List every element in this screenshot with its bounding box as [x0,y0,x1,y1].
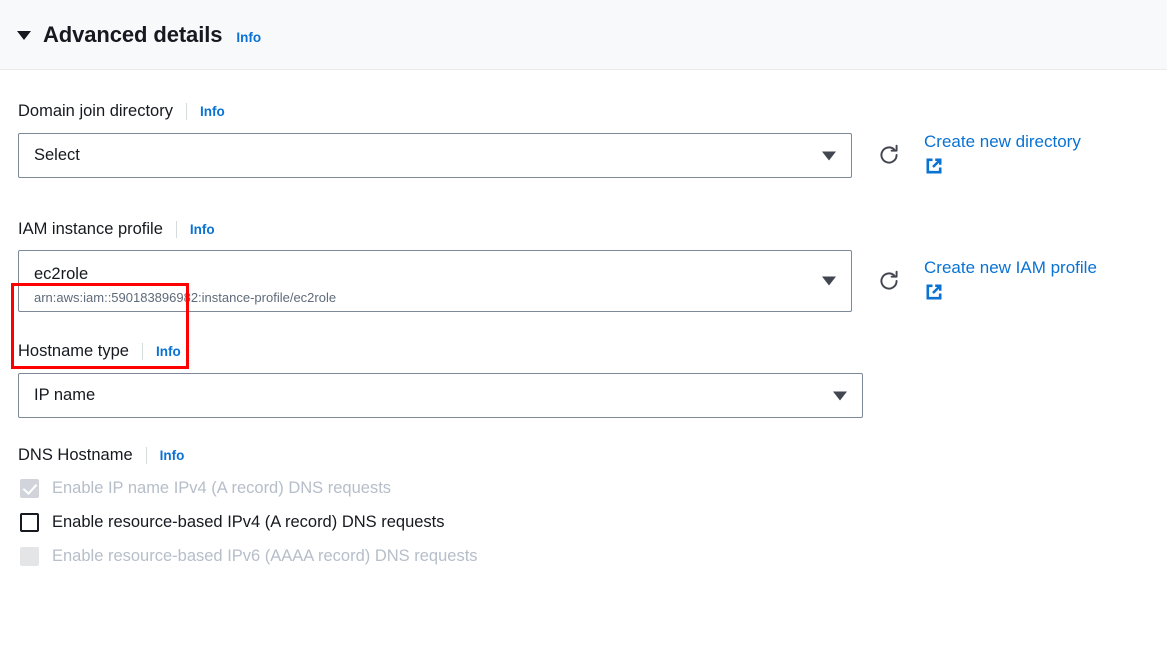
create-new-directory-wrap: Create new directory [924,131,1081,176]
advanced-details-header[interactable]: Advanced details Info [0,0,1167,70]
field-dns-hostname: DNS Hostname Info Enable IP name IPv4 (A… [0,418,1167,566]
hostname-type-control-row: IP name [0,373,1167,418]
external-link-icon[interactable] [924,156,944,176]
iam-instance-profile-label: IAM instance profile [18,220,163,238]
iam-instance-profile-select[interactable]: ec2role arn:aws:iam::590183896982:instan… [18,250,852,312]
advanced-details-form: Domain join directory Info Select Create… [0,70,1167,566]
external-link-icon[interactable] [924,282,944,302]
iam-instance-profile-control-row: ec2role arn:aws:iam::590183896982:instan… [0,250,1167,312]
dns-hostname-info-link[interactable]: Info [160,448,185,463]
dns-hostname-option-resource-based-ipv4[interactable]: Enable resource-based IPv4 (A record) DN… [0,513,1167,532]
label-divider [185,103,187,120]
dns-hostname-label: DNS Hostname [18,446,133,464]
hostname-type-select[interactable]: IP name [18,373,863,418]
domain-join-directory-control-row: Select Create new directory [0,131,1167,178]
checkbox-resource-based-ipv6 [20,547,39,566]
domain-join-directory-label-row: Domain join directory Info [0,102,1167,121]
iam-instance-profile-actions: Create new IAM profile [876,257,1097,302]
create-new-directory-link[interactable]: Create new directory [924,131,1081,152]
refresh-icon[interactable] [876,268,902,294]
label-divider [141,343,143,360]
label-divider [175,221,177,238]
field-hostname-type: Hostname type Info IP name [0,312,1167,418]
label-divider [145,447,147,464]
hostname-type-label: Hostname type [18,342,129,360]
iam-instance-profile-select-arn: arn:aws:iam::590183896982:instance-profi… [34,289,337,305]
chevron-down-icon [822,276,836,286]
create-new-iam-profile-link[interactable]: Create new IAM profile [924,257,1097,278]
hostname-type-select-value: IP name [34,385,96,404]
iam-instance-profile-label-row: IAM instance profile Info [0,220,1167,239]
iam-instance-profile-select-value: ec2role [34,264,89,283]
checkbox-resource-based-ipv4[interactable] [20,513,39,532]
checkbox-ip-name-ipv4 [20,479,39,498]
dns-hostname-option-ip-name-ipv4: Enable IP name IPv4 (A record) DNS reque… [0,479,1167,498]
checkbox-label-resource-based-ipv4: Enable resource-based IPv4 (A record) DN… [52,513,445,531]
refresh-icon[interactable] [876,142,902,168]
checkbox-label-resource-based-ipv6: Enable resource-based IPv6 (AAAA record)… [52,547,478,565]
dns-hostname-label-row: DNS Hostname Info [0,446,1167,465]
domain-join-directory-actions: Create new directory [876,131,1081,176]
caret-down-icon[interactable] [17,31,31,40]
create-new-iam-profile-wrap: Create new IAM profile [924,257,1097,302]
page-title: Advanced details [43,21,223,47]
advanced-details-info-link[interactable]: Info [236,30,261,45]
field-iam-instance-profile: IAM instance profile Info ec2role arn:aw… [0,178,1167,312]
domain-join-directory-info-link[interactable]: Info [200,104,225,119]
checkbox-label-ip-name-ipv4: Enable IP name IPv4 (A record) DNS reque… [52,479,392,497]
domain-join-directory-select-value: Select [34,145,80,164]
domain-join-directory-select[interactable]: Select [18,133,852,178]
dns-hostname-option-resource-based-ipv6: Enable resource-based IPv6 (AAAA record)… [0,547,1167,566]
iam-instance-profile-info-link[interactable]: Info [190,222,215,237]
hostname-type-label-row: Hostname type Info [0,342,1167,361]
domain-join-directory-label: Domain join directory [18,102,173,120]
chevron-down-icon [833,391,847,400]
chevron-down-icon [822,151,836,160]
hostname-type-info-link[interactable]: Info [156,344,181,359]
field-domain-join-directory: Domain join directory Info Select Create… [0,70,1167,178]
